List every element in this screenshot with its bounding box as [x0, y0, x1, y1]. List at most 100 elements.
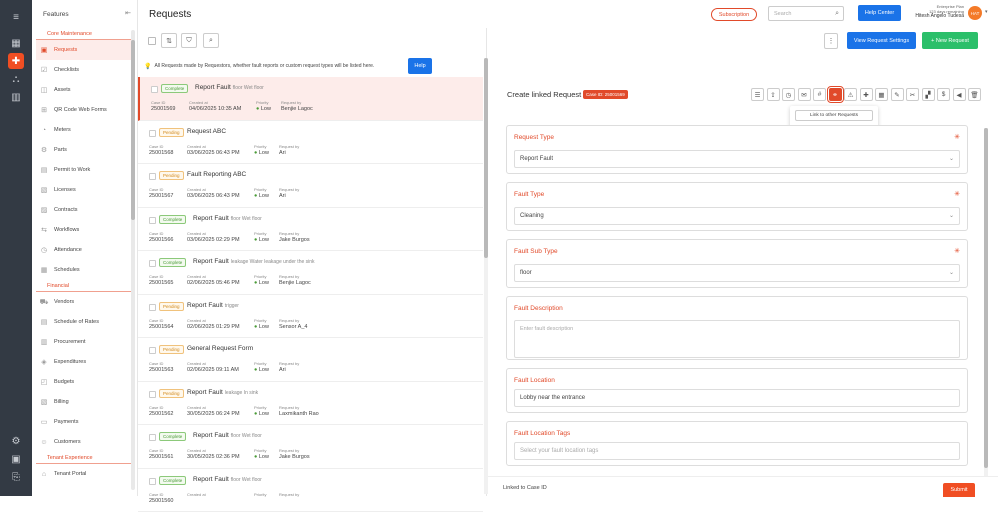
- settings-icon[interactable]: ⚙: [8, 433, 24, 449]
- row-checkbox[interactable]: [149, 304, 156, 311]
- fault-sub-type-select[interactable]: floor⌄: [514, 264, 960, 282]
- sidebar-item-checklists[interactable]: ☑Checklists: [32, 60, 137, 80]
- table-row[interactable]: Pending General Request Form Case ID2500…: [138, 338, 483, 382]
- subscription-button[interactable]: Subscription: [711, 8, 757, 21]
- created-at: 03/06/2025 06:43 PM: [187, 192, 240, 200]
- requests-icon[interactable]: ✚: [8, 53, 24, 69]
- sidebar-item-expenditures[interactable]: ◈Expenditures: [32, 352, 137, 372]
- link-to-other-requests-option[interactable]: Link to other Requests: [795, 110, 873, 121]
- reports-icon[interactable]: ▥: [8, 89, 24, 105]
- sidebar-item-requests[interactable]: ▣Requests: [36, 40, 133, 60]
- puzzle-icon[interactable]: ✚: [860, 88, 873, 101]
- sidebar-item-permit-to-work[interactable]: ▤Permit to Work: [32, 160, 137, 180]
- logout-icon[interactable]: ⎘: [8, 469, 24, 485]
- nav-icon: ◔: [40, 126, 48, 134]
- nav-icon: ▨: [40, 206, 48, 214]
- sidebar-item-vendors[interactable]: ⛟Vendors: [32, 292, 137, 312]
- fault-type-select[interactable]: Cleaning⌄: [514, 207, 960, 225]
- nav-icon: ▤: [40, 318, 48, 326]
- sidebar-item-payments[interactable]: ▭Payments: [32, 412, 137, 432]
- sidebar-item-customers[interactable]: ☺Customers: [32, 432, 137, 452]
- chevron-down-icon: ⌄: [949, 155, 954, 162]
- collapse-icon[interactable]: ⇤: [125, 9, 131, 17]
- sidebar-item-assets[interactable]: ◫Assets: [32, 80, 137, 100]
- select-all-checkbox[interactable]: [148, 37, 156, 45]
- cut-icon[interactable]: ✂: [906, 88, 919, 101]
- sidebar-item-parts[interactable]: ⚙Parts: [32, 140, 137, 160]
- sidebar-item-meters[interactable]: ◔Meters: [32, 120, 137, 140]
- row-checkbox[interactable]: [149, 391, 156, 398]
- sidebar-item-attendance[interactable]: ◷Attendance: [32, 240, 137, 260]
- table-row[interactable]: Pending Fault Reporting ABC Case ID25001…: [138, 164, 483, 208]
- row-checkbox[interactable]: [149, 478, 156, 485]
- view-request-settings-button[interactable]: View Request Settings: [847, 32, 916, 49]
- filter-icon[interactable]: ⛉: [181, 33, 197, 48]
- sidebar-item-contracts[interactable]: ▨Contracts: [32, 200, 137, 220]
- new-request-button[interactable]: + New Request: [922, 32, 978, 49]
- sidebar-scrollbar[interactable]: [131, 30, 135, 490]
- sidebar-item-procurement[interactable]: ▥Procurement: [32, 332, 137, 352]
- nav-icon: ☑: [40, 66, 48, 74]
- sidebar-item-schedules[interactable]: ▦Schedules: [32, 260, 137, 280]
- search-icon[interactable]: ⌕: [203, 33, 219, 48]
- calendar-icon[interactable]: ▦: [875, 88, 888, 101]
- sidebar-item-budgets[interactable]: ◰Budgets: [32, 372, 137, 392]
- list-icon[interactable]: ☰: [751, 88, 764, 101]
- sidebar-item-billing[interactable]: ▧Billing: [32, 392, 137, 412]
- sidebar-item-licenses[interactable]: ▧Licenses: [32, 180, 137, 200]
- table-row[interactable]: Pending Report Faulttrigger Case ID25001…: [138, 295, 483, 339]
- sort-icon[interactable]: ⇅: [161, 33, 177, 48]
- row-checkbox[interactable]: [151, 86, 158, 93]
- form-scrollbar[interactable]: [984, 128, 988, 478]
- trash-icon[interactable]: 🗑: [968, 88, 981, 101]
- avatar[interactable]: HAT: [968, 6, 982, 20]
- priority-dot-icon: ●: [254, 280, 257, 286]
- link-icon[interactable]: ⚭: [829, 88, 842, 101]
- table-row[interactable]: Complete Report Faultfloor Wet floor Cas…: [138, 469, 483, 512]
- search-icon[interactable]: ⌕: [835, 10, 839, 18]
- help-center-button[interactable]: Help Center: [858, 5, 901, 21]
- row-checkbox[interactable]: [149, 434, 156, 441]
- row-checkbox[interactable]: [149, 217, 156, 224]
- message-icon[interactable]: ✉: [798, 88, 811, 101]
- row-checkbox[interactable]: [149, 260, 156, 267]
- case-id-badge: Case ID: 25001569: [583, 90, 628, 99]
- more-options-icon[interactable]: ⋮: [824, 33, 838, 49]
- row-checkbox[interactable]: [149, 173, 156, 180]
- audio-icon[interactable]: ◀: [953, 88, 966, 101]
- table-row[interactable]: Complete Report Faultfloor Wet floor Cas…: [138, 77, 483, 121]
- fault-description-input[interactable]: Enter fault description: [514, 320, 960, 358]
- dashboard-icon[interactable]: ▦: [8, 35, 24, 51]
- help-button[interactable]: Help: [408, 58, 432, 74]
- list-toolbar: ⇅ ⛉ ⌕: [138, 28, 486, 54]
- edit-icon[interactable]: ✎: [891, 88, 904, 101]
- table-row[interactable]: Complete Report Faultfloor Wet floor Cas…: [138, 425, 483, 469]
- dollar-icon[interactable]: $: [937, 88, 950, 101]
- flag-icon[interactable]: ▞: [922, 88, 935, 101]
- sidebar-item-schedule-of-rates[interactable]: ▤Schedule of Rates: [32, 312, 137, 332]
- submit-button[interactable]: Submit: [943, 483, 975, 497]
- fault-location-input[interactable]: Lobby near the entrance: [514, 389, 960, 407]
- sidebar-item-qr-code-web-forms[interactable]: ⊞QR Code Web Forms: [32, 100, 137, 120]
- fault-location-tags-input[interactable]: Select your fault location tags: [514, 442, 960, 460]
- team-icon[interactable]: ⛬: [8, 71, 24, 87]
- hash-icon[interactable]: #: [813, 88, 826, 101]
- table-row[interactable]: Complete Report Faultfloor Wet floor Cas…: [138, 208, 483, 252]
- app-rail: ≡ ▦ ✚ ⛬ ▥ ⚙ ▣ ⎘: [0, 0, 32, 496]
- sidebar-item-tenant-portal[interactable]: ⌂Tenant Portal: [32, 464, 137, 484]
- table-row[interactable]: Complete Report Faultleakage Water leaka…: [138, 251, 483, 295]
- sidebar-item-workflows[interactable]: ⇆Workflows: [32, 220, 137, 240]
- table-row[interactable]: Pending Report Faultleakage In sink Case…: [138, 382, 483, 426]
- search-input[interactable]: Search⌕: [768, 6, 844, 21]
- created-at: 02/06/2025 05:46 PM: [187, 279, 240, 287]
- history-icon[interactable]: ◷: [782, 88, 795, 101]
- table-row[interactable]: Pending Request ABC Case ID25001568 Crea…: [138, 121, 483, 165]
- menu-icon[interactable]: ≡: [8, 9, 24, 25]
- row-checkbox[interactable]: [149, 347, 156, 354]
- box-icon[interactable]: ▣: [8, 451, 24, 467]
- chevron-down-icon[interactable]: ▾: [985, 9, 988, 15]
- export-icon[interactable]: ⇪: [767, 88, 780, 101]
- warning-icon[interactable]: ⚠: [844, 88, 857, 101]
- request-type-select[interactable]: Report Fault⌄: [514, 150, 960, 168]
- row-checkbox[interactable]: [149, 130, 156, 137]
